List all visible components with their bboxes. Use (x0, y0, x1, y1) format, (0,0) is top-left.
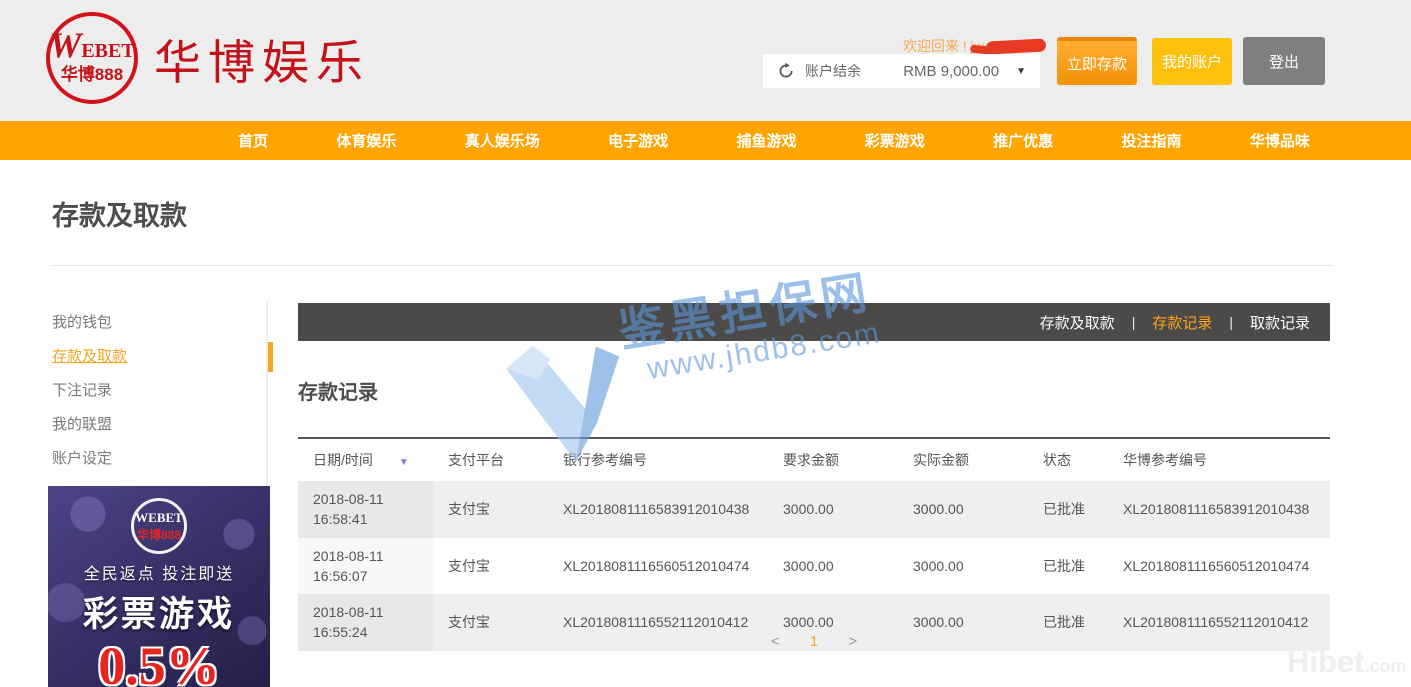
banner-logo-888: 华博888 (137, 526, 181, 543)
tab-separator: | (1229, 314, 1233, 330)
status-badge: 已批准 (1028, 538, 1108, 595)
refresh-icon[interactable] (777, 62, 795, 80)
banner-logo-circle: WEBET 华博888 (131, 498, 187, 554)
table-row: 2018-08-11 16:56:07 支付宝 XL20180811165605… (298, 538, 1330, 595)
nav-item-home[interactable]: 首页 (238, 130, 268, 151)
sidebar-item-account-settings[interactable]: 账户设定 (52, 442, 266, 476)
tab-separator: | (1132, 314, 1136, 330)
cell-huabo-ref: XL2018081116560512010474 (1108, 538, 1330, 595)
table-header-row: 日期/时间▼ 支付平台 银行参考编号 要求金额 实际金额 状态 华博参考编号 (298, 438, 1330, 481)
cell-bank-ref: XL2018081116583912010438 (548, 481, 768, 538)
cell-actual-amount: 3000.00 (898, 481, 1028, 538)
sidebar-item-my-affiliate[interactable]: 我的联盟 (52, 408, 266, 442)
redaction-scribble (986, 38, 1047, 54)
nav-item-lottery[interactable]: 彩票游戏 (865, 130, 925, 151)
status-badge: 已批准 (1028, 481, 1108, 538)
col-header-payment-platform[interactable]: 支付平台 (433, 438, 548, 481)
logo-888-text: 华博888 (61, 60, 123, 85)
logo-w-flourish: W (49, 25, 81, 65)
records-tabbar: 存款及取款 | 存款记录 | 取款记录 (298, 303, 1330, 341)
title-divider (52, 265, 1334, 266)
page-title: 存款及取款 (52, 194, 187, 233)
col-header-requested-amount[interactable]: 要求金额 (768, 438, 898, 481)
brand-logo[interactable]: WWEBETEBET 华博888 华博娱乐 (46, 12, 370, 104)
sidebar-item-deposit-withdrawal[interactable]: 存款及取款 (52, 340, 266, 374)
banner-headline: 彩票游戏 (48, 586, 270, 637)
nav-item-betting-guide[interactable]: 投注指南 (1122, 130, 1182, 151)
sort-desc-icon[interactable]: ▼ (399, 457, 409, 468)
deposit-now-button[interactable]: 立即存款 (1057, 37, 1137, 85)
banner-logo-webet: WEBET (135, 510, 183, 526)
col-header-actual-amount[interactable]: 实际金额 (898, 438, 1028, 481)
cell-requested-amount: 3000.00 (768, 538, 898, 595)
logout-button[interactable]: 登出 (1243, 37, 1325, 85)
main-nav: 首页 体育娱乐 真人娱乐场 电子游戏 捕鱼游戏 彩票游戏 推广优惠 投注指南 华… (0, 121, 1411, 160)
chevron-down-icon[interactable]: ▼ (1016, 66, 1026, 77)
col-header-datetime[interactable]: 日期/时间▼ (298, 438, 433, 481)
pagination-next-button[interactable]: > (848, 633, 857, 650)
main-nav-items: 首页 体育娱乐 真人娱乐场 电子游戏 捕鱼游戏 彩票游戏 推广优惠 投注指南 华… (238, 130, 1310, 151)
cell-payment-platform: 支付宝 (433, 481, 548, 538)
cell-actual-amount: 3000.00 (898, 538, 1028, 595)
cell-payment-platform: 支付宝 (433, 538, 548, 595)
deposit-records-table: 日期/时间▼ 支付平台 银行参考编号 要求金额 实际金额 状态 华博参考编号 2… (298, 437, 1330, 651)
sidebar-item-bet-records[interactable]: 下注记录 (52, 374, 266, 408)
sidebar-item-my-wallet[interactable]: 我的钱包 (52, 306, 266, 340)
tab-deposit-records[interactable]: 存款记录 (1152, 312, 1212, 333)
tab-withdrawal-records[interactable]: 取款记录 (1250, 312, 1310, 333)
balance-box[interactable]: 账户结余 RMB 9,000.00 ▼ (763, 54, 1040, 88)
nav-item-promotions[interactable]: 推广优惠 (993, 130, 1053, 151)
cell-requested-amount: 3000.00 (768, 481, 898, 538)
table-row: 2018-08-11 16:58:41 支付宝 XL20180811165839… (298, 481, 1330, 538)
my-account-button[interactable]: 我的账户 (1152, 38, 1232, 85)
welcome-message: 欢迎回来 ! jw (903, 36, 1046, 56)
site-header: WWEBETEBET 华博888 华博娱乐 欢迎回来 ! jw 账户结余 RMB… (0, 0, 1411, 121)
pagination-prev-button[interactable]: < (771, 633, 780, 650)
account-sidebar: 我的钱包 存款及取款 下注记录 我的联盟 账户设定 (52, 302, 268, 486)
section-title-deposit-records: 存款记录 (298, 376, 378, 405)
col-header-bank-ref[interactable]: 银行参考编号 (548, 438, 768, 481)
logo-webet-text: WWEBETEBET (49, 31, 134, 63)
cell-bank-ref: XL2018081116560512010474 (548, 538, 768, 595)
cell-datetime: 2018-08-11 16:58:41 (298, 481, 433, 538)
col-header-status[interactable]: 状态 (1028, 438, 1108, 481)
brand-title: 华博娱乐 (154, 24, 370, 93)
col-header-huabo-ref[interactable]: 华博参考编号 (1108, 438, 1330, 481)
webet-logo-circle: WWEBETEBET 华博888 (46, 12, 138, 104)
lottery-promo-banner[interactable]: WEBET 华博888 全民返点 投注即送 彩票游戏 0.5% (48, 486, 270, 687)
banner-rebate-rate: 0.5% (48, 639, 270, 687)
cell-huabo-ref: XL2018081116583912010438 (1108, 481, 1330, 538)
balance-value: RMB 9,000.00 (903, 63, 999, 80)
nav-item-sports[interactable]: 体育娱乐 (336, 130, 396, 151)
hibet-watermark: Hibet.com (1287, 644, 1407, 680)
pagination-page-1[interactable]: 1 (810, 633, 818, 650)
cell-datetime: 2018-08-11 16:56:07 (298, 538, 433, 595)
banner-tagline: 全民返点 投注即送 (48, 560, 270, 584)
balance-label: 账户结余 (805, 61, 861, 81)
nav-item-live-casino[interactable]: 真人娱乐场 (465, 130, 540, 151)
pagination: < 1 > (298, 633, 1330, 650)
nav-item-fishing[interactable]: 捕鱼游戏 (736, 130, 796, 151)
nav-item-slots[interactable]: 电子游戏 (608, 130, 668, 151)
nav-item-brand[interactable]: 华博品味 (1250, 130, 1310, 151)
tab-deposit-withdrawal[interactable]: 存款及取款 (1040, 312, 1115, 333)
